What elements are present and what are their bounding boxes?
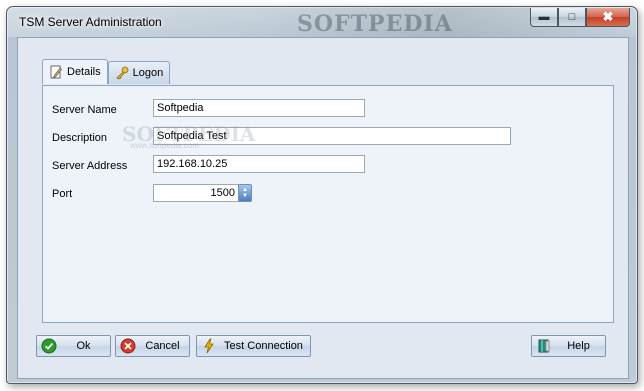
tab-details[interactable]: Details (42, 59, 108, 84)
close-button[interactable]: ✖ (586, 8, 630, 27)
title-bar[interactable]: TSM Server Administration SOFTPEDIA ▬ □ … (7, 7, 637, 37)
check-icon (41, 338, 57, 354)
window-controls: ▬ □ ✖ (530, 8, 630, 27)
server-name-field[interactable]: Softpedia (153, 99, 365, 117)
main-window: TSM Server Administration SOFTPEDIA ▬ □ … (6, 6, 638, 384)
port-field[interactable]: 1500 (153, 184, 239, 202)
server-address-field[interactable]: 192.168.10.25 (153, 155, 365, 173)
ok-label: Ok (76, 340, 91, 352)
test-connection-button[interactable]: Test Connection (196, 335, 311, 357)
spin-down-icon: ▼ (242, 193, 248, 199)
help-button[interactable]: Help (531, 335, 606, 357)
tab-strip: Details Logon (42, 59, 171, 84)
minimize-button[interactable]: ▬ (530, 8, 558, 27)
cancel-label: Cancel (145, 340, 180, 352)
close-icon: ✖ (602, 9, 614, 24)
key-icon (115, 66, 129, 80)
port-label: Port (52, 188, 73, 200)
maximize-button[interactable]: □ (558, 8, 586, 27)
tab-logon-label: Logon (132, 67, 164, 79)
tab-details-label: Details (67, 66, 101, 78)
details-panel (42, 85, 614, 323)
cancel-icon (120, 338, 136, 354)
client-area: Details Logon Server Name Softpedia Desc… (17, 37, 629, 379)
server-address-label: Server Address (52, 160, 128, 172)
minimize-icon: ▬ (538, 11, 550, 23)
pencil-icon (49, 65, 63, 79)
description-label: Description (52, 132, 108, 144)
help-label: Help (567, 340, 590, 352)
test-connection-label: Test Connection (224, 340, 303, 352)
ok-button[interactable]: Ok (36, 335, 111, 357)
port-spinner[interactable]: ▲ ▼ (238, 184, 252, 202)
cancel-button[interactable]: Cancel (115, 335, 190, 357)
help-book-icon (536, 338, 552, 354)
title-watermark: SOFTPEDIA (297, 11, 453, 37)
server-name-label: Server Name (52, 104, 117, 116)
lightning-icon (201, 338, 217, 354)
maximize-icon: □ (568, 11, 576, 23)
tab-logon[interactable]: Logon (107, 61, 171, 84)
window-title: TSM Server Administration (19, 15, 162, 29)
softpedia-watermark-url: www.softpedia.com (130, 141, 199, 150)
